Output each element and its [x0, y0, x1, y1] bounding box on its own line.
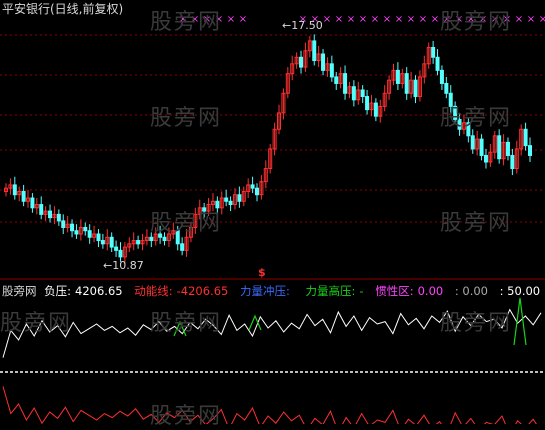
candle-body: [237, 194, 242, 202]
candle-body: [254, 187, 259, 196]
indicator-legend: 股旁网 负压: 4206.65 动能线: -4206.65 力量冲压: 力量高压: -…: [2, 283, 545, 299]
signal-cross: ×: [335, 14, 343, 25]
candle-body: [100, 240, 105, 245]
candle-body: [48, 210, 53, 219]
candle-body: [444, 82, 449, 94]
candle-body: [435, 56, 440, 71]
watermark: 股旁网: [150, 106, 223, 131]
candle-body: [497, 135, 502, 160]
candle-body: [479, 138, 484, 156]
legend-item: : 0.00: [454, 284, 488, 298]
candle-body: [87, 230, 92, 238]
candle-body: [118, 249, 123, 258]
arrow-left-icon: ←: [282, 19, 292, 32]
candle-body: [351, 86, 356, 101]
watermark: 股旁网: [150, 404, 223, 429]
watermark: 股旁网: [440, 106, 513, 131]
candle-body: [321, 53, 326, 71]
candle-body: [395, 69, 400, 84]
candle-body: [413, 79, 418, 98]
candle-body: [483, 154, 488, 163]
signal-cross: ×: [527, 14, 535, 25]
signal-cross: ×: [515, 14, 523, 25]
candle-body: [312, 40, 317, 62]
chart-title: 平安银行(日线,前复权): [2, 2, 124, 16]
watermark: 股旁网: [150, 311, 223, 336]
candle-body: [114, 246, 119, 251]
high-price-label: ←17.50: [282, 19, 323, 32]
low-price-label: ←10.87: [103, 259, 144, 272]
candle-body: [439, 69, 444, 84]
candle-body: [404, 73, 409, 94]
candle-body: [136, 240, 141, 245]
candle-body: [96, 233, 101, 242]
candle-body: [505, 141, 510, 156]
signal-mark: $: [258, 266, 266, 279]
candle-body: [149, 236, 154, 242]
candle-body: [30, 197, 35, 209]
indicator-name: 股旁网: [2, 284, 37, 298]
watermark: 股旁网: [0, 311, 73, 336]
legend-item: 负压: 4206.65: [44, 284, 123, 298]
signal-cross: ×: [347, 14, 355, 25]
candle-body: [224, 197, 229, 202]
green-spike: [248, 314, 262, 331]
candle-body: [162, 236, 167, 242]
candle-body: [334, 76, 339, 84]
signal-cross: ×: [419, 14, 427, 25]
watermark: 股旁网: [150, 10, 223, 35]
candle-body: [83, 226, 88, 232]
signal-cross: ×: [383, 14, 391, 25]
candle-body: [523, 128, 528, 147]
signal-cross: ×: [539, 14, 545, 25]
candle-body: [250, 184, 255, 189]
legend-item: : 50.00: [499, 284, 541, 298]
candle-body: [56, 213, 61, 222]
candle-body: [12, 184, 17, 196]
signal-cross: ×: [407, 14, 415, 25]
legend-item: 动能线: -4206.65: [134, 284, 229, 298]
candle-body: [61, 220, 66, 228]
candle-body: [228, 200, 233, 206]
candle-body: [431, 46, 436, 58]
signal-cross: ×: [239, 14, 247, 25]
series-line-momentum: [2, 386, 537, 424]
arrow-left-icon: ←: [103, 259, 113, 272]
candle-body: [21, 190, 26, 202]
candle-body: [360, 89, 365, 98]
candle-body: [365, 96, 370, 111]
candle-body: [109, 236, 114, 248]
watermark: 股旁网: [440, 211, 513, 236]
candle-body: [373, 102, 378, 117]
candle-body: [70, 223, 75, 232]
signal-cross: ×: [431, 14, 439, 25]
candle-body: [329, 63, 334, 78]
candle-body: [510, 154, 515, 170]
legend-item: 力量冲压:: [240, 284, 290, 298]
signal-cross: ×: [227, 14, 235, 25]
candle-body: [74, 230, 79, 235]
signal-cross: ×: [371, 14, 379, 25]
candle-body: [528, 145, 532, 156]
legend-item: 力量高压: -: [305, 284, 364, 298]
legend-item: 惯性区: 0.00: [375, 284, 444, 298]
signal-cross: ×: [323, 14, 331, 25]
candle-body: [470, 135, 475, 150]
candle-body: [180, 243, 185, 251]
watermark: 股旁网: [440, 10, 513, 35]
candle-body: [343, 73, 348, 94]
signal-cross: ×: [359, 14, 367, 25]
watermark: 股旁网: [440, 311, 513, 336]
watermark: 股旁网: [150, 211, 223, 236]
candle-body: [39, 204, 44, 215]
candle-body: [299, 56, 304, 68]
signal-cross: ×: [395, 14, 403, 25]
